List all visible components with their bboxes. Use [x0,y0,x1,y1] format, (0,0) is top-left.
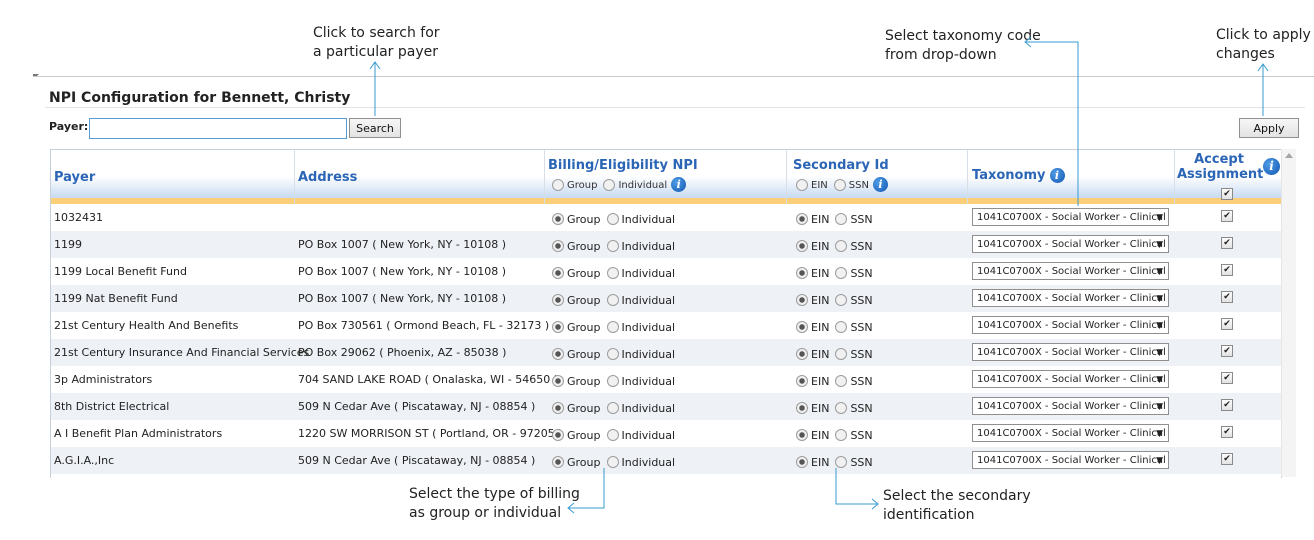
billing-callout-line [568,468,605,509]
callout-connectors [369,36,1269,514]
secondary-callout-line [835,468,878,505]
taxonomy-callout-line [1025,41,1079,206]
